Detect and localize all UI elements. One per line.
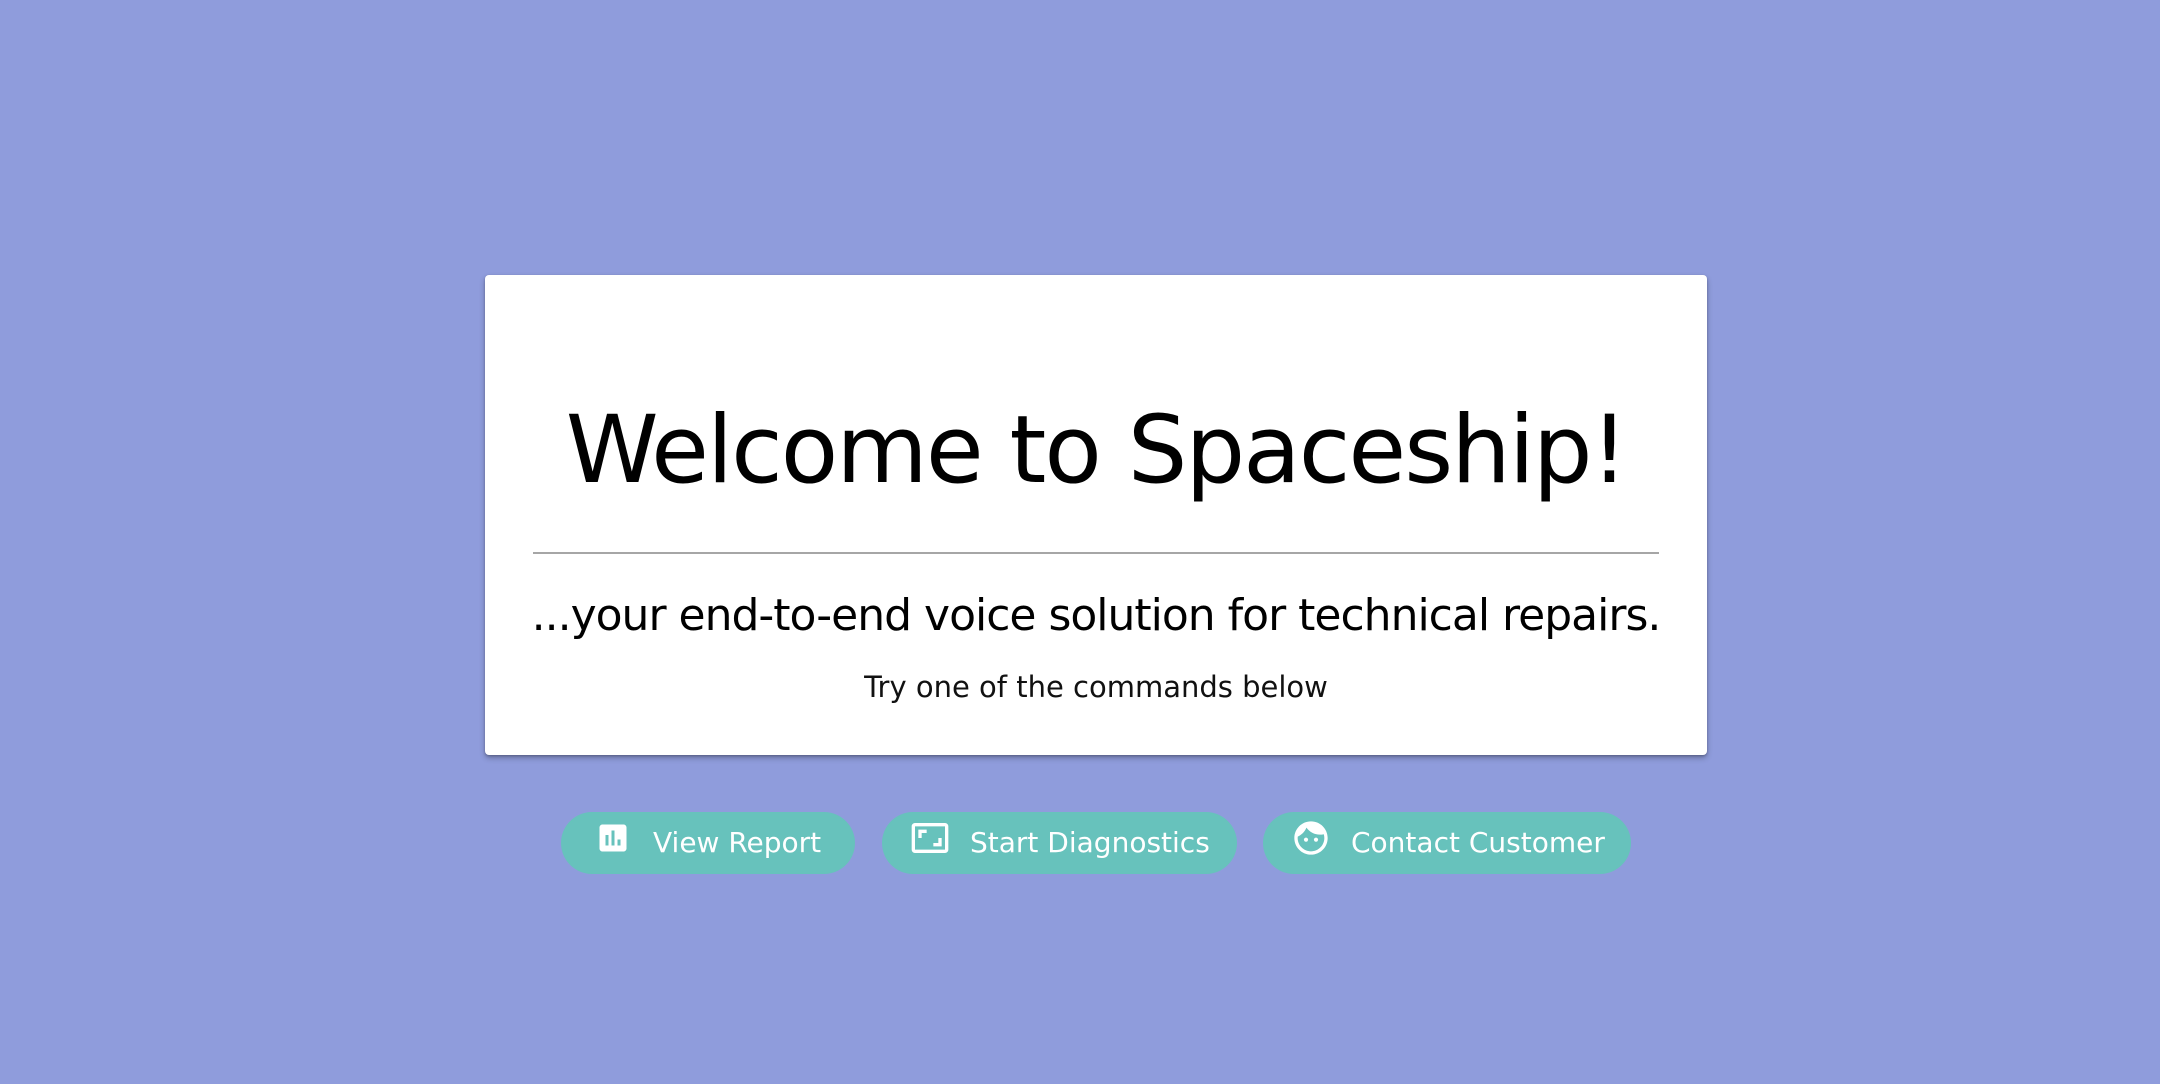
- page: Welcome to Spaceship! ...your end-to-end…: [0, 0, 2160, 1084]
- start-diagnostics-button[interactable]: Start Diagnostics: [882, 812, 1237, 874]
- contact-customer-label: Contact Customer: [1351, 826, 1605, 859]
- crop-frame-icon: [910, 818, 950, 858]
- page-title: Welcome to Spaceship!: [565, 396, 1629, 505]
- face-icon: [1291, 818, 1331, 858]
- command-hint: Try one of the commands below: [864, 670, 1328, 704]
- tagline: ...your end-to-end voice solution for te…: [531, 590, 1662, 641]
- view-report-label: View Report: [653, 826, 822, 859]
- welcome-card: Welcome to Spaceship! ...your end-to-end…: [485, 275, 1707, 755]
- title-divider: [533, 552, 1659, 554]
- view-report-button[interactable]: View Report: [561, 812, 855, 874]
- contact-customer-button[interactable]: Contact Customer: [1263, 812, 1631, 874]
- bar-chart-icon: [593, 818, 633, 858]
- start-diagnostics-label: Start Diagnostics: [970, 826, 1210, 859]
- command-buttons: View Report Start Diagnostics Contact Cu…: [0, 812, 2160, 874]
